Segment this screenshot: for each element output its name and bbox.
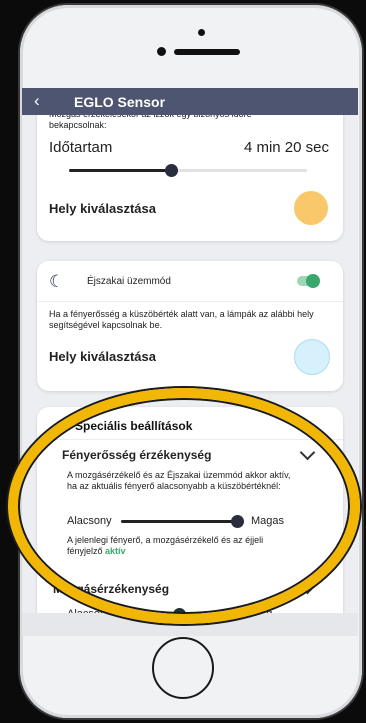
- status-active-value: aktív: [105, 546, 126, 556]
- motion-sensitivity-title[interactable]: Mozgásérzékenység: [53, 582, 169, 596]
- night-location-label: Hely kiválasztása: [49, 349, 156, 364]
- duration-slider[interactable]: [69, 164, 307, 177]
- duration-slider-knob[interactable]: [165, 164, 178, 177]
- app-bar: ‹ EGLO Sensor: [22, 88, 358, 115]
- front-camera: [157, 47, 166, 56]
- brightness-status: A jelenlegi fényerő, a mozgásérzékelő és…: [67, 535, 264, 556]
- brightness-slider-knob[interactable]: [231, 515, 244, 528]
- night-mode-description: Ha a fényerősség a küszöbérték alatt van…: [49, 309, 314, 330]
- home-button[interactable]: [152, 637, 214, 699]
- scroll-content[interactable]: Mozgás érzékelésekor az izzók egy bizony…: [22, 115, 358, 636]
- sensor-dot: [198, 29, 205, 36]
- brightness-low-label: Alacsony: [67, 515, 112, 527]
- night-mode-card: ☾ Éjszakai üzemmód Ha a fényerősség a kü…: [37, 261, 343, 391]
- brightness-high-label: Magas: [251, 515, 285, 527]
- night-location-button[interactable]: [294, 339, 330, 375]
- moon-icon: ☾: [49, 272, 65, 291]
- night-mode-toggle[interactable]: [297, 274, 320, 288]
- brightness-slider-fill: [121, 520, 237, 523]
- brightness-description: A mozgásérzékelő és az Éjszakai üzemmód …: [67, 470, 291, 491]
- night-mode-title: Éjszakai üzemmód: [87, 276, 171, 287]
- motion-card: Mozgás érzékelésekor az izzók egy bizony…: [37, 115, 343, 241]
- duration-label: Időtartam: [49, 139, 113, 156]
- brightness-section-title[interactable]: Fényerősség érzékenység: [62, 448, 211, 462]
- earpiece-speaker: [174, 49, 240, 55]
- app-screen: ‹ EGLO Sensor Mozgás érzékelésekor az iz…: [22, 88, 358, 636]
- chevron-down-icon[interactable]: [299, 578, 316, 595]
- duration-value: 4 min 20 sec: [243, 139, 329, 156]
- motion-location-label: Hely kiválasztása: [49, 201, 156, 216]
- chevron-down-icon[interactable]: [299, 444, 316, 461]
- motion-location-button[interactable]: [294, 191, 328, 225]
- divider: [37, 301, 343, 302]
- app-title: EGLO Sensor: [74, 94, 166, 110]
- special-settings-card: Speciális beállítások Fényerősség érzéke…: [37, 407, 343, 636]
- brightness-slider[interactable]: [121, 515, 244, 528]
- back-arrow-icon[interactable]: ‹: [34, 91, 40, 111]
- divider: [37, 439, 343, 440]
- special-settings-title: Speciális beállítások: [75, 419, 193, 433]
- duration-slider-fill: [69, 169, 171, 172]
- motion-cut-text: Mozgás érzékelésekor az izzók egy bizony…: [49, 115, 252, 130]
- bottom-nav-bar: [22, 613, 358, 636]
